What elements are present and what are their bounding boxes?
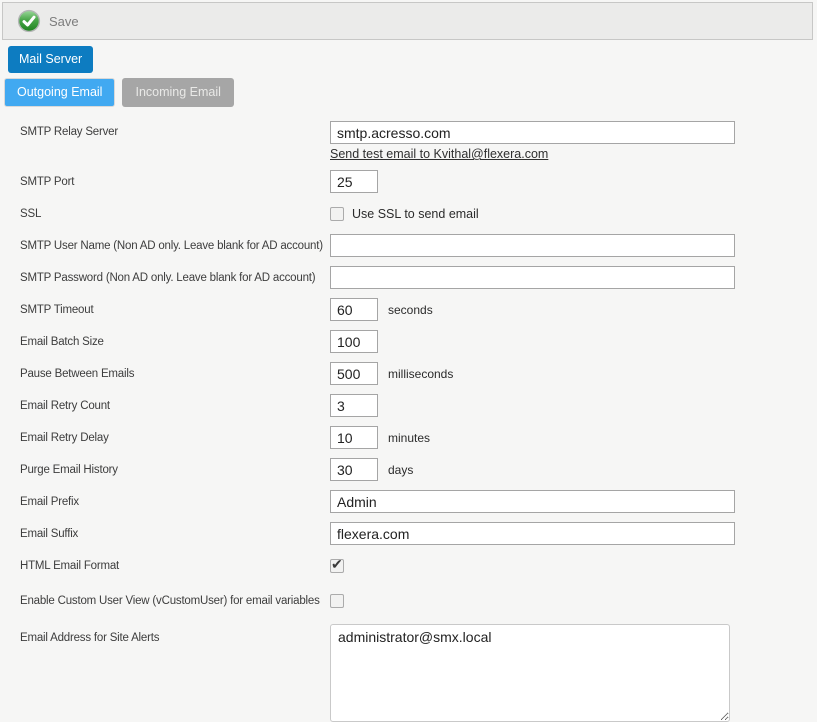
save-button[interactable]: Save <box>15 7 85 35</box>
ssl-label: SSL <box>20 208 330 220</box>
email-prefix-input[interactable] <box>330 490 735 513</box>
row-smtp-port: SMTP Port <box>20 170 817 193</box>
pause-between-emails-input[interactable] <box>330 362 378 385</box>
save-label: Save <box>49 14 79 29</box>
pause-between-emails-label: Pause Between Emails <box>20 368 330 380</box>
email-batch-size-label: Email Batch Size <box>20 336 330 348</box>
purge-email-history-unit: days <box>388 463 413 477</box>
smtp-user-name-input[interactable] <box>330 234 735 257</box>
row-enable-custom-user-view: Enable Custom User View (vCustomUser) fo… <box>20 589 817 612</box>
smtp-relay-server-label: SMTP Relay Server <box>20 121 330 138</box>
enable-custom-user-view-checkbox[interactable] <box>330 594 344 608</box>
email-retry-count-input[interactable] <box>330 394 378 417</box>
smtp-port-label: SMTP Port <box>20 176 330 188</box>
outgoing-email-form: SMTP Relay Server Send test email to Kvi… <box>20 121 817 722</box>
email-prefix-label: Email Prefix <box>20 496 330 508</box>
row-email-suffix: Email Suffix <box>20 522 817 545</box>
send-test-email-link[interactable]: Send test email to Kvithal@flexera.com <box>330 147 548 161</box>
email-batch-size-input[interactable] <box>330 330 378 353</box>
email-retry-count-label: Email Retry Count <box>20 400 330 412</box>
row-email-prefix: Email Prefix <box>20 490 817 513</box>
row-smtp-user-name: SMTP User Name (Non AD only. Leave blank… <box>20 234 817 257</box>
email-retry-delay-unit: minutes <box>388 431 430 445</box>
smtp-password-input[interactable] <box>330 266 735 289</box>
use-ssl-checkbox-label: Use SSL to send email <box>352 207 479 221</box>
smtp-password-label: SMTP Password (Non AD only. Leave blank … <box>20 272 330 284</box>
row-pause-between-emails: Pause Between Emails milliseconds <box>20 362 817 385</box>
save-check-icon <box>17 9 41 33</box>
row-site-alerts: Email Address for Site Alerts One entry … <box>20 624 817 722</box>
row-email-retry-count: Email Retry Count <box>20 394 817 417</box>
site-alerts-label: Email Address for Site Alerts <box>20 624 330 644</box>
row-email-batch-size: Email Batch Size <box>20 330 817 353</box>
row-ssl: SSL Use SSL to send email <box>20 202 817 225</box>
use-ssl-checkbox[interactable] <box>330 207 344 221</box>
enable-custom-user-view-label: Enable Custom User View (vCustomUser) fo… <box>20 595 330 607</box>
row-html-email-format: HTML Email Format <box>20 554 817 577</box>
smtp-user-name-label: SMTP User Name (Non AD only. Leave blank… <box>20 240 330 252</box>
purge-email-history-input[interactable] <box>330 458 378 481</box>
primary-tab-bar: Mail Server <box>8 46 817 73</box>
smtp-relay-server-input[interactable] <box>330 121 735 144</box>
tab-mail-server[interactable]: Mail Server <box>8 46 93 73</box>
smtp-timeout-label: SMTP Timeout <box>20 304 330 316</box>
smtp-port-input[interactable] <box>330 170 378 193</box>
row-purge-email-history: Purge Email History days <box>20 458 817 481</box>
email-suffix-label: Email Suffix <box>20 528 330 540</box>
smtp-timeout-input[interactable] <box>330 298 378 321</box>
site-alerts-textarea[interactable] <box>330 624 730 722</box>
tab-outgoing-email[interactable]: Outgoing Email <box>4 78 115 107</box>
row-smtp-relay-server: SMTP Relay Server Send test email to Kvi… <box>20 121 817 161</box>
email-retry-delay-input[interactable] <box>330 426 378 449</box>
row-smtp-timeout: SMTP Timeout seconds <box>20 298 817 321</box>
smtp-timeout-unit: seconds <box>388 303 433 317</box>
toolbar: Save <box>2 2 813 40</box>
html-email-format-label: HTML Email Format <box>20 560 330 572</box>
tab-incoming-email[interactable]: Incoming Email <box>122 78 233 107</box>
row-email-retry-delay: Email Retry Delay minutes <box>20 426 817 449</box>
html-email-format-checkbox[interactable] <box>330 559 344 573</box>
secondary-tab-bar: Outgoing Email Incoming Email <box>4 78 817 107</box>
purge-email-history-label: Purge Email History <box>20 464 330 476</box>
email-suffix-input[interactable] <box>330 522 735 545</box>
pause-between-emails-unit: milliseconds <box>388 367 453 381</box>
row-smtp-password: SMTP Password (Non AD only. Leave blank … <box>20 266 817 289</box>
email-retry-delay-label: Email Retry Delay <box>20 432 330 444</box>
